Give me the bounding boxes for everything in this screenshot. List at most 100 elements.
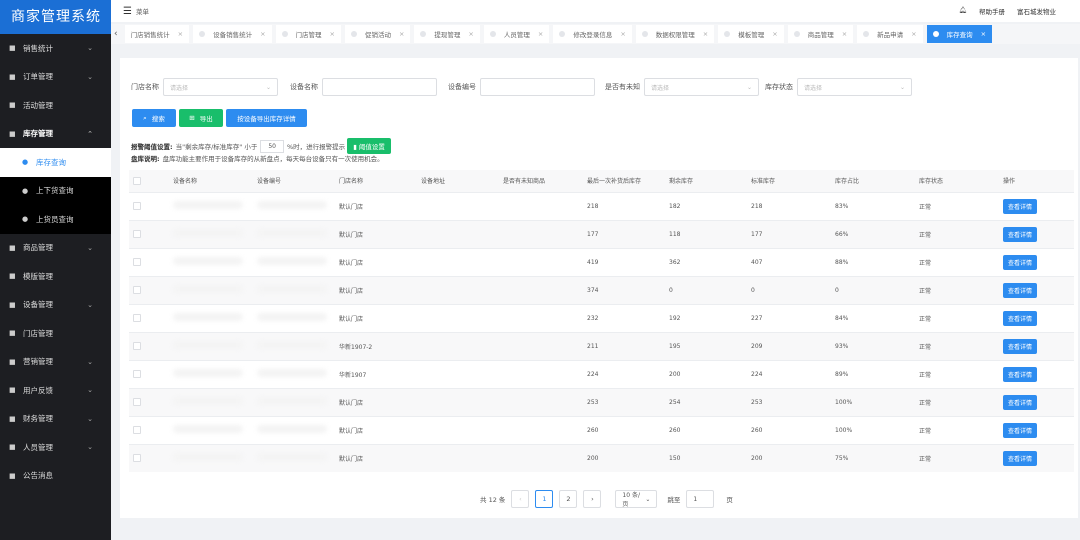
sidebar-item[interactable]: ● 上货员查询 [0,205,111,234]
tab-dot-icon [932,31,939,37]
column-header[interactable]: 是否有未知商品 [503,170,587,192]
next-page-button[interactable]: › [583,490,602,508]
view-details-button[interactable]: 查看详情 [1003,366,1038,382]
sidebar-item[interactable]: ■ 订单管理 ⌄ [0,63,111,92]
tab-11[interactable]: 库存查询 × [926,25,993,43]
page-1-button[interactable]: 1 [535,490,554,508]
row-checkbox[interactable] [133,230,141,238]
prev-page-button[interactable]: ‹ [511,490,530,508]
sidebar-item[interactable]: ■ 公告消息 [0,462,111,491]
row-checkbox[interactable] [133,370,141,378]
tab-9[interactable]: 商品管理 × [787,25,854,43]
page-size-value: 10 条/页 [622,492,640,508]
tab-label: 人员管理 [503,31,530,39]
sidebar-item[interactable]: ■ 商品管理 ⌄ [0,234,111,263]
sidebar-item[interactable]: ● 上下货查询 [0,176,111,205]
sidebar-item[interactable]: ■ 人员管理 ⌄ [0,433,111,462]
alert-title: 报警阈值设置: [131,143,173,151]
device-code-input[interactable] [480,78,595,96]
close-icon[interactable]: × [620,30,625,38]
close-icon[interactable]: × [260,30,265,38]
close-icon[interactable]: × [468,30,473,38]
close-icon[interactable]: × [911,30,916,38]
unknown-placeholder: 请选择 [651,84,670,92]
export-by-device-button[interactable]: 按设备导出库存详情 [226,109,307,127]
row-checkbox[interactable] [133,258,141,266]
bell-icon[interactable]: 🔔︎ [959,6,967,16]
view-details-button[interactable]: 查看详情 [1003,422,1038,438]
cell-value: 93% [835,342,849,350]
tab-10[interactable]: 新品申请 × [857,25,923,43]
tab-2[interactable]: 门店管理 × [275,25,341,43]
device-name-input[interactable] [322,78,437,96]
page-size-select[interactable]: 10 条/页 ⌄ [615,490,658,508]
table-cell: 正常 [919,191,1003,220]
threshold-button[interactable]: ▮ 阈值设置 [347,138,391,154]
sidebar-item[interactable]: ■ 设备管理 ⌄ [0,291,111,320]
table-cell [257,415,339,444]
sidebar-item[interactable]: ■ 用户反馈 ⌄ [0,376,111,405]
tab-7[interactable]: 数据权限管理 × [635,25,715,43]
cell-value: 正常 [919,343,932,351]
store-select[interactable]: 请选择 ⌄ [163,78,278,96]
redacted-mark [257,453,327,462]
row-checkbox[interactable] [133,286,141,294]
row-checkbox[interactable] [133,454,141,463]
sidebar-item[interactable]: ■ 活动管理 [0,91,111,120]
sidebar-item[interactable]: ■ 模版管理 [0,262,111,291]
close-icon[interactable]: × [178,30,183,38]
sidebar-item[interactable]: ■ 营销管理 ⌄ [0,348,111,377]
row-checkbox[interactable] [133,398,141,406]
view-details-button[interactable]: 查看详情 [1003,338,1038,354]
user-name[interactable]: 富石城发物业 [1017,6,1056,16]
sidebar-item[interactable]: ■ 财务管理 ⌄ [0,405,111,434]
tab-6[interactable]: 修改登录信息 × [553,25,632,43]
tab-1[interactable]: 设备销售统计 × [193,25,272,43]
help-link[interactable]: 帮助手册 [979,6,1005,16]
view-details-button[interactable]: 查看详情 [1003,226,1038,242]
tab-5[interactable]: 人员管理 × [483,25,550,43]
tab-4[interactable]: 提现管理 × [414,25,480,43]
sidebar-item[interactable]: ● 库存查询 [0,148,111,177]
threshold-input[interactable]: 50 [260,139,284,153]
menu-icon[interactable]: ☰ [123,6,132,17]
search-button[interactable]: ⌕ 搜索 [132,109,176,127]
tab-0[interactable]: 门店销售统计 × [124,25,190,43]
row-checkbox[interactable] [133,426,141,434]
close-icon[interactable]: × [842,30,847,38]
row-checkbox[interactable] [133,342,141,350]
select-all-checkbox[interactable] [133,176,141,185]
tab-label: 提现管理 [434,31,461,39]
close-icon[interactable]: × [538,30,543,38]
unknown-select[interactable]: 请选择 ⌄ [644,78,759,96]
close-icon[interactable]: × [399,30,404,38]
unknown-label: 是否有未知 [605,83,640,91]
sidebar-item[interactable]: ■ 库存管理 ⌃ [0,120,111,149]
page-2-button[interactable]: 2 [559,490,578,508]
menu-label[interactable]: 菜单 [136,6,149,16]
export-button[interactable]: ⊞ 导出 [179,109,223,127]
close-icon[interactable]: × [703,30,708,38]
view-details-button[interactable]: 查看详情 [1003,450,1038,466]
table-cell: 253 [751,387,835,416]
tab-3[interactable]: 促销活动 × [344,25,411,43]
row-checkbox[interactable] [133,314,141,322]
view-details-button[interactable]: 查看详情 [1003,310,1038,326]
view-details-button[interactable]: 查看详情 [1003,198,1038,214]
view-details-button[interactable]: 查看详情 [1003,394,1038,410]
close-icon[interactable]: × [981,30,986,38]
jump-input[interactable]: 1 [686,490,715,508]
cell-value: 195 [669,342,681,350]
activity-icon: ■ [9,101,16,110]
close-icon[interactable]: × [772,30,777,38]
tab-8[interactable]: 模板管理 × [718,25,784,43]
close-icon[interactable]: × [330,30,335,38]
view-details-button[interactable]: 查看详情 [1003,254,1038,270]
stock-status-select[interactable]: 请选择 ⌄ [797,78,912,96]
sidebar-item[interactable]: ■ 销售统计 ⌄ [0,34,111,63]
row-checkbox[interactable] [133,202,141,210]
sidebar-item-label: 活动管理 [23,100,53,110]
view-details-button[interactable]: 查看详情 [1003,282,1038,298]
sidebar-item[interactable]: ■ 门店管理 [0,319,111,348]
tabs-scroll-left-icon[interactable]: ‹ [111,29,121,39]
